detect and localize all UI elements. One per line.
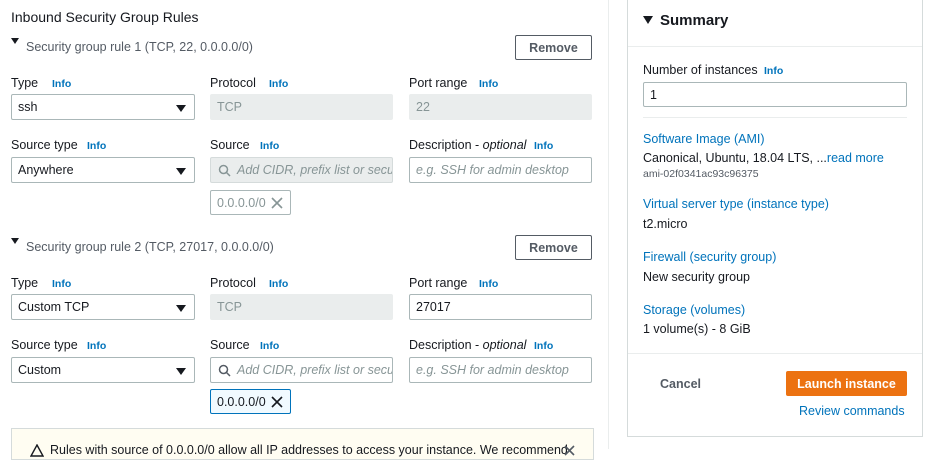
launch-instance-button[interactable]: Launch instance: [786, 371, 907, 396]
description-info-link[interactable]: Info: [534, 340, 553, 352]
warning-icon: [30, 444, 44, 457]
description-label: Description - optional: [409, 138, 527, 152]
source-info-link[interactable]: Info: [260, 340, 279, 352]
source-type-select[interactable]: Anywhere: [11, 157, 195, 183]
type-select-value: ssh: [18, 100, 38, 114]
search-icon: [218, 364, 231, 377]
description-input[interactable]: e.g. SSH for admin desktop: [409, 157, 592, 183]
source-search-input: Add CIDR, prefix list or security: [210, 157, 393, 183]
port-range-label: Port range: [409, 76, 468, 90]
type-select-value: Custom TCP: [18, 300, 90, 314]
source-token-label: 0.0.0.0/0: [217, 195, 266, 210]
protocol-label: Protocol: [210, 76, 256, 90]
ami-link[interactable]: Software Image (AMI): [643, 132, 765, 146]
instances-label: Number of instances: [643, 63, 758, 77]
instance-type-link[interactable]: Virtual server type (instance type): [643, 197, 829, 211]
dropdown-arrow-icon: [176, 105, 186, 112]
protocol-field: TCP: [210, 294, 393, 320]
port-range-input[interactable]: 27017: [409, 294, 592, 320]
dropdown-arrow-icon: [176, 168, 186, 175]
rule-2-header[interactable]: Security group rule 2 (TCP, 27017, 0.0.0…: [26, 240, 274, 254]
source-token-label: 0.0.0.0/0: [217, 394, 266, 409]
port-info-link[interactable]: Info: [479, 78, 498, 90]
protocol-info-link[interactable]: Info: [269, 78, 288, 90]
collapse-rule-1-icon[interactable]: [11, 38, 19, 44]
ami-value: Canonical, Ubuntu, 18.04 LTS, ...read mo…: [643, 151, 884, 165]
type-info-link[interactable]: Info: [52, 278, 71, 290]
source-placeholder: Add CIDR, prefix list or security: [237, 363, 393, 377]
type-select[interactable]: ssh: [11, 94, 195, 120]
collapse-summary-icon[interactable]: [643, 16, 653, 24]
source-type-label: Source type: [11, 338, 78, 352]
port-info-link[interactable]: Info: [479, 278, 498, 290]
protocol-field: TCP: [210, 94, 393, 120]
remove-rule-2-button[interactable]: Remove: [515, 235, 592, 260]
source-type-select[interactable]: Custom: [11, 357, 195, 383]
source-search-input[interactable]: Add CIDR, prefix list or security: [210, 357, 393, 383]
firewall-value: New security group: [643, 270, 750, 284]
cancel-button[interactable]: Cancel: [660, 377, 701, 391]
collapse-rule-2-icon[interactable]: [11, 238, 19, 244]
type-select[interactable]: Custom TCP: [11, 294, 195, 320]
source-type-label: Source type: [11, 138, 78, 152]
remove-rule-1-button[interactable]: Remove: [515, 35, 592, 60]
review-commands-link[interactable]: Review commands: [799, 404, 905, 418]
port-range-label: Port range: [409, 276, 468, 290]
close-icon[interactable]: [270, 395, 284, 409]
storage-value: 1 volume(s) - 8 GiB: [643, 322, 751, 336]
divider: [628, 46, 922, 47]
protocol-label: Protocol: [210, 276, 256, 290]
warning-alert: Rules with source of 0.0.0.0/0 allow all…: [11, 428, 594, 460]
type-info-link[interactable]: Info: [52, 78, 71, 90]
source-type-info-link[interactable]: Info: [87, 140, 106, 152]
warning-text: Rules with source of 0.0.0.0/0 allow all…: [50, 443, 568, 457]
source-placeholder: Add CIDR, prefix list or security: [237, 163, 393, 177]
type-label: Type: [11, 276, 39, 290]
source-label: Source: [210, 338, 250, 352]
type-label: Type: [11, 76, 39, 90]
port-range-field: 22: [409, 94, 592, 120]
instance-type-value: t2.micro: [643, 217, 688, 231]
source-label: Source: [210, 138, 250, 152]
source-type-info-link[interactable]: Info: [87, 340, 106, 352]
divider: [643, 117, 907, 118]
source-type-value: Custom: [18, 363, 62, 377]
protocol-info-link[interactable]: Info: [269, 278, 288, 290]
ami-id: ami-02f0341ac93c96375: [643, 168, 759, 180]
description-label: Description - optional: [409, 338, 527, 352]
instances-input[interactable]: 1: [643, 82, 907, 107]
description-input[interactable]: e.g. SSH for admin desktop: [409, 357, 592, 383]
close-icon[interactable]: [564, 445, 575, 456]
source-type-value: Anywhere: [18, 163, 74, 177]
source-token: 0.0.0.0/0: [210, 190, 291, 215]
instances-info-link[interactable]: Info: [764, 65, 783, 77]
rule-1-header[interactable]: Security group rule 1 (TCP, 22, 0.0.0.0/…: [26, 40, 253, 54]
close-icon: [271, 197, 283, 209]
source-token: 0.0.0.0/0: [210, 389, 291, 414]
divider: [628, 353, 922, 354]
section-title: Inbound Security Group Rules: [11, 9, 199, 25]
dropdown-arrow-icon: [176, 368, 186, 375]
firewall-link[interactable]: Firewall (security group): [643, 250, 776, 264]
summary-title: Summary: [660, 12, 729, 29]
source-info-link[interactable]: Info: [260, 140, 279, 152]
search-icon: [218, 164, 231, 177]
description-info-link[interactable]: Info: [534, 140, 553, 152]
dropdown-arrow-icon: [176, 305, 186, 312]
storage-link[interactable]: Storage (volumes): [643, 303, 745, 317]
read-more-link[interactable]: read more: [827, 151, 884, 165]
